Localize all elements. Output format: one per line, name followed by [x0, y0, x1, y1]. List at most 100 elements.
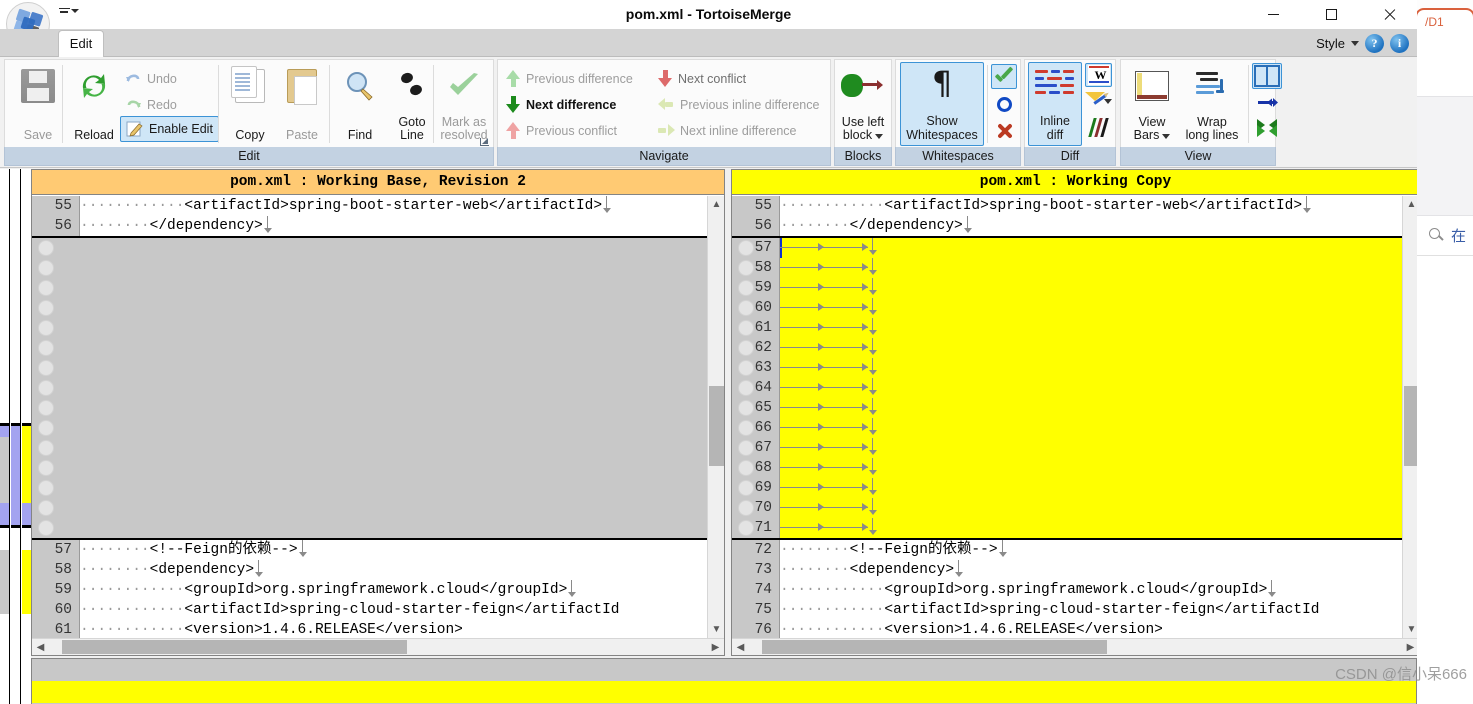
diff-marker-icon[interactable]	[38, 500, 54, 516]
copy-button[interactable]: Copy	[221, 63, 279, 145]
show-whitespaces-button[interactable]: ¶ Show Whitespaces	[900, 62, 984, 146]
left-pane-body[interactable]: 55 ············<artifactId>spring-boot-st…	[32, 196, 724, 638]
code-line[interactable]: 56 ········</dependency>	[32, 216, 724, 236]
scrollbar-thumb[interactable]	[62, 640, 407, 654]
diff-marker-icon[interactable]	[38, 260, 54, 276]
background-window[interactable]: /D1 在	[1408, 0, 1473, 704]
code-line[interactable]: 59 ············<groupId>org.springframewo…	[32, 580, 724, 600]
scroll-up-arrow-icon[interactable]: ▲	[1403, 196, 1417, 213]
next-conflict-button[interactable]: Next conflict	[658, 66, 746, 91]
tab-edit[interactable]: Edit	[58, 30, 104, 57]
scroll-left-arrow-icon[interactable]: ◀	[732, 639, 749, 655]
added-line[interactable]: 60	[732, 298, 1417, 318]
help-icon[interactable]: ?	[1365, 33, 1384, 53]
diff-marker-icon[interactable]	[38, 520, 54, 536]
scroll-left-arrow-icon[interactable]: ◀	[32, 639, 49, 655]
close-button[interactable]	[1366, 0, 1412, 29]
code-line[interactable]: 73 ········<dependency>	[732, 560, 1417, 580]
whitespace-ignore-changes-button[interactable]	[991, 92, 1017, 117]
reload-button[interactable]: Reload	[65, 63, 123, 145]
switch-views-button[interactable]	[1252, 92, 1282, 114]
code-line[interactable]: 58 ········<dependency>	[32, 560, 724, 580]
previous-inline-difference-button[interactable]: Previous inline difference	[658, 92, 819, 117]
scroll-right-arrow-icon[interactable]: ▶	[707, 639, 724, 655]
use-left-block-button[interactable]: Use left block	[835, 63, 891, 145]
redo-button[interactable]: Redo	[125, 92, 177, 117]
maximize-button[interactable]	[1308, 0, 1354, 29]
diff-marker-icon[interactable]	[38, 420, 54, 436]
info-icon[interactable]: i	[1390, 33, 1409, 53]
right-diff-pane[interactable]: pom.xml : Working Copy 55 ············<ar…	[731, 169, 1417, 656]
scroll-up-arrow-icon[interactable]: ▲	[708, 196, 725, 213]
color-lines-button[interactable]	[1085, 116, 1112, 138]
diff-marker-icon[interactable]	[38, 400, 54, 416]
inline-diff-button[interactable]: Inline diff	[1028, 62, 1082, 146]
right-pane-rows[interactable]: 55 ············<artifactId>spring-boot-st…	[732, 196, 1417, 638]
added-line[interactable]: 66	[732, 418, 1417, 438]
added-line[interactable]: 63	[732, 358, 1417, 378]
code-line[interactable]: 60 ············<artifactId>spring-cloud-s…	[32, 600, 724, 620]
code-line[interactable]: 55 ············<artifactId>spring-boot-st…	[732, 196, 1417, 216]
locator-column-middle[interactable]	[11, 169, 21, 704]
merged-pane[interactable]	[31, 658, 1417, 704]
wrap-long-lines-button[interactable]: Wrap long lines	[1179, 63, 1245, 145]
quick-access-toolbar-chevron-icon[interactable]	[58, 3, 80, 19]
edit-dialog-launcher[interactable]	[475, 132, 489, 146]
code-line[interactable]: 74 ············<groupId>org.springframewo…	[732, 580, 1417, 600]
right-pane-body[interactable]: 55 ············<artifactId>spring-boot-st…	[732, 196, 1417, 638]
diff-marker-icon[interactable]	[38, 240, 54, 256]
right-pane-horizontal-scrollbar[interactable]: ◀ ▶	[732, 638, 1417, 655]
left-diff-pane[interactable]: pom.xml : Working Base, Revision 2 55 ···…	[31, 169, 725, 656]
view-bars-button[interactable]: View Bars	[1123, 63, 1181, 145]
diff-marker-icon[interactable]	[38, 480, 54, 496]
diff-marker-icon[interactable]	[38, 340, 54, 356]
scroll-down-arrow-icon[interactable]: ▼	[708, 621, 725, 638]
added-line[interactable]: 61	[732, 318, 1417, 338]
added-line[interactable]: 58	[732, 258, 1417, 278]
word-diff-button[interactable]: W	[1085, 63, 1112, 87]
right-pane-vertical-scrollbar[interactable]: ▲ ▼	[1402, 196, 1417, 638]
added-line[interactable]: 67	[732, 438, 1417, 458]
scroll-down-arrow-icon[interactable]: ▼	[1403, 621, 1417, 638]
code-line[interactable]: 75 ············<artifactId>spring-cloud-s…	[732, 600, 1417, 620]
locator-bar[interactable]	[0, 169, 32, 704]
added-line[interactable]: 64	[732, 378, 1417, 398]
chevron-down-icon[interactable]	[1104, 98, 1112, 104]
added-line[interactable]: 65	[732, 398, 1417, 418]
diff-marker-icon[interactable]	[38, 460, 54, 476]
save-button[interactable]: Save	[9, 63, 67, 145]
scroll-right-arrow-icon[interactable]: ▶	[1402, 639, 1417, 655]
added-line[interactable]: 70	[732, 498, 1417, 518]
chevron-down-icon[interactable]	[875, 134, 884, 139]
code-line[interactable]: 55 ············<artifactId>spring-boot-st…	[32, 196, 724, 216]
left-pane-rows[interactable]: 55 ············<artifactId>spring-boot-st…	[32, 196, 724, 638]
chevron-down-icon[interactable]	[1351, 40, 1359, 46]
background-window-tab[interactable]	[1415, 8, 1473, 40]
scrollbar-thumb[interactable]	[762, 640, 1107, 654]
added-line[interactable]: 62	[732, 338, 1417, 358]
scrollbar-thumb[interactable]	[709, 386, 724, 466]
diff-marker-icon[interactable]	[38, 440, 54, 456]
whitespace-ignore-all-button[interactable]	[991, 118, 1017, 143]
diff-marker-icon[interactable]	[38, 360, 54, 376]
next-inline-difference-button[interactable]: Next inline difference	[658, 118, 797, 143]
added-line[interactable]: 71	[732, 518, 1417, 538]
diff-marker-icon[interactable]	[38, 380, 54, 396]
code-line[interactable]: 56 ········</dependency>	[732, 216, 1417, 236]
paste-button[interactable]: Paste	[273, 63, 331, 145]
code-line[interactable]: 72 ········<!--Feign的依赖-->	[732, 540, 1417, 560]
code-line[interactable]: 76 ············<version>1.4.6.RELEASE</ve…	[732, 620, 1417, 638]
diff-marker-icon[interactable]	[38, 300, 54, 316]
added-line[interactable]: 69	[732, 478, 1417, 498]
previous-conflict-button[interactable]: Previous conflict	[506, 118, 617, 143]
added-line[interactable]: 68	[732, 458, 1417, 478]
chevron-down-icon[interactable]	[1162, 134, 1171, 139]
previous-difference-button[interactable]: Previous difference	[506, 66, 633, 91]
diff-options-button[interactable]	[1085, 90, 1112, 112]
minimize-button[interactable]	[1250, 0, 1296, 29]
added-line[interactable]: 59	[732, 278, 1417, 298]
next-difference-button[interactable]: Next difference	[506, 92, 616, 117]
style-dropdown-label[interactable]: Style	[1316, 36, 1345, 51]
scrollbar-thumb[interactable]	[1404, 386, 1417, 466]
diff-marker-icon[interactable]	[38, 280, 54, 296]
